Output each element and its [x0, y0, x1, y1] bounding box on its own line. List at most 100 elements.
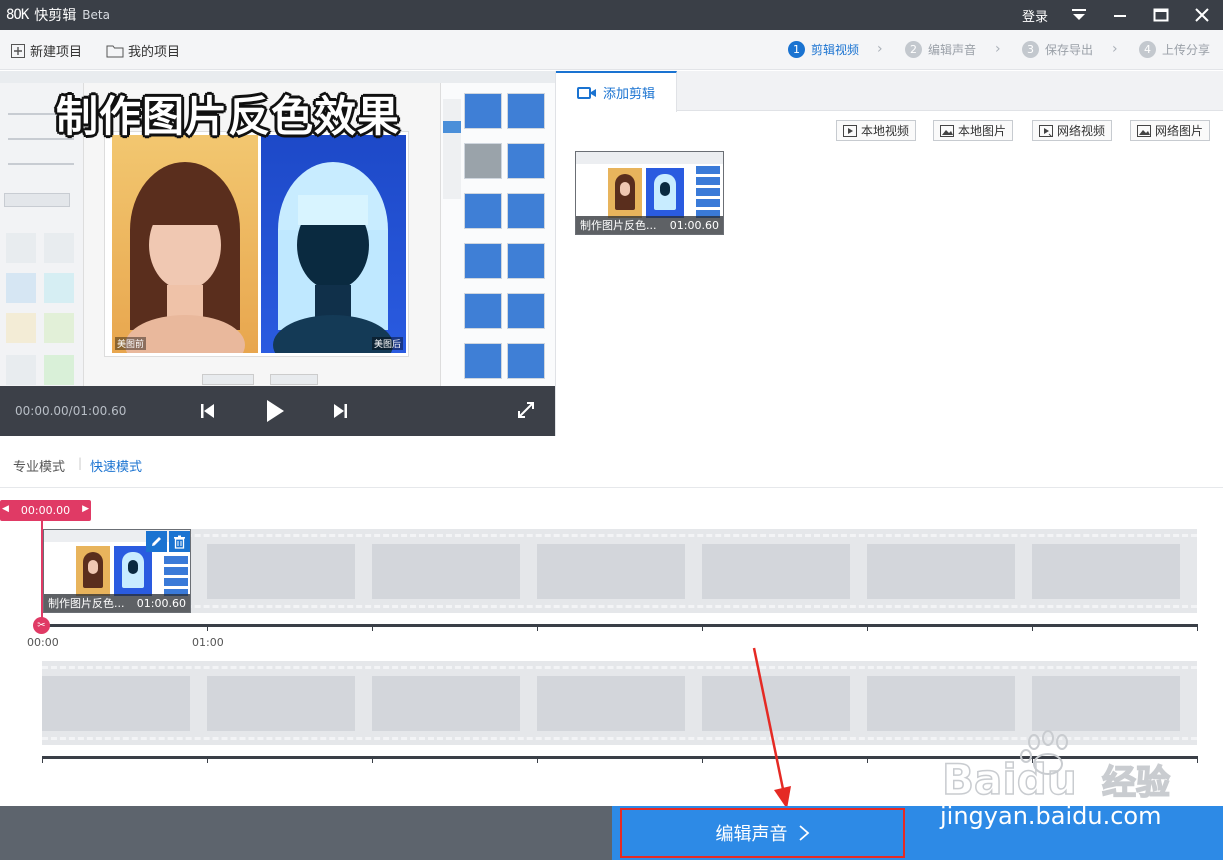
effect-thumbnail	[507, 343, 545, 379]
app-name: 快剪辑	[34, 8, 77, 24]
pencil-icon	[152, 537, 161, 546]
ruler-tick	[1032, 756, 1033, 763]
fullscreen-button[interactable]	[516, 400, 538, 422]
minimize-button[interactable]	[1100, 0, 1140, 30]
menu-bar: 新建项目 我的项目 1 剪辑视频 › 2 编辑声音 › 3 保存导出 › 4 上…	[0, 30, 1223, 70]
folder-icon	[106, 45, 124, 58]
playhead-time-badge[interactable]: ◀ 00:00.00 ▶	[0, 500, 91, 521]
effect-thumbnail	[507, 243, 545, 279]
track-slot	[207, 676, 355, 731]
app-logo: 8OK 快剪辑 Beta	[6, 5, 110, 25]
step-upload-share[interactable]: 4 上传分享	[1139, 41, 1210, 58]
ruler-tick	[537, 624, 538, 631]
maximize-icon	[1153, 8, 1169, 22]
ruler-tick	[207, 756, 208, 763]
track-slot	[537, 676, 685, 731]
step-edit-audio[interactable]: 2 编辑声音	[905, 41, 976, 58]
clip-library-panel: 添加剪辑 本地视频 本地图片 网络视频 网络图片 制作图片反色... 01:00…	[555, 71, 1223, 436]
my-projects-button[interactable]: 我的项目	[106, 41, 180, 60]
tick-label: 00:00	[27, 636, 59, 649]
web-video-icon	[1039, 124, 1053, 137]
track-slot	[867, 544, 1015, 599]
time-ruler[interactable]	[42, 624, 1197, 627]
preview-inner-button	[202, 374, 254, 385]
ruler-tick	[1197, 756, 1198, 763]
next-step-edit-audio-button[interactable]: 编辑声音	[620, 808, 905, 858]
mode-quick-tab[interactable]: 快速模式	[90, 456, 142, 475]
timeline-clip-duration: 01:00.60	[136, 596, 186, 610]
preview-inner-toolbar	[0, 71, 555, 83]
step-number: 2	[905, 41, 922, 58]
time-readout: 00:00.00/01:00.60	[15, 404, 127, 418]
audio-ruler	[42, 756, 1197, 759]
track-sprocket	[42, 737, 1197, 740]
scissors-split-button[interactable]: ✂	[33, 617, 50, 634]
effect-thumbnail	[507, 93, 545, 129]
clip-tab-bar: 添加剪辑	[556, 71, 1223, 112]
playhead-line[interactable]	[41, 521, 43, 624]
timeline-clip-name: 制作图片反色...	[48, 597, 125, 610]
trash-icon	[174, 535, 185, 549]
step-save-export[interactable]: 3 保存导出	[1022, 41, 1093, 58]
delete-clip-button[interactable]	[169, 531, 190, 552]
ruler-tick	[372, 756, 373, 763]
video-camera-icon	[576, 86, 596, 99]
track-slot	[867, 676, 1015, 731]
ruler-tick	[702, 624, 703, 631]
track-slot	[42, 676, 190, 731]
ruler-tick	[867, 756, 868, 763]
ruler-tick	[1032, 624, 1033, 631]
step-edit-video[interactable]: 1 剪辑视频	[788, 41, 859, 58]
chevron-right-icon	[798, 825, 809, 841]
preview-inner-button	[270, 374, 318, 385]
track-slot	[372, 544, 520, 599]
web-image-label: 网络图片	[1155, 124, 1204, 138]
local-image-label: 本地图片	[958, 124, 1007, 138]
web-image-button[interactable]: 网络图片	[1130, 120, 1211, 141]
close-button[interactable]	[1182, 0, 1222, 30]
local-image-button[interactable]: 本地图片	[933, 120, 1014, 141]
video-preview[interactable]: 美图前 美图后 制作图片反色效果	[0, 71, 555, 386]
local-video-button[interactable]: 本地视频	[836, 120, 917, 141]
track-slot	[207, 544, 355, 599]
caret-left-icon: ◀	[2, 504, 9, 514]
chevron-right-icon: ›	[877, 41, 883, 57]
next-step-label: 编辑声音	[715, 824, 788, 845]
skip-back-icon	[201, 404, 214, 418]
mode-separator: |	[78, 456, 83, 470]
local-video-label: 本地视频	[861, 124, 910, 138]
minimize-icon	[1114, 15, 1126, 17]
prev-frame-button[interactable]	[199, 400, 219, 422]
step-label: 保存导出	[1045, 43, 1094, 57]
new-project-label: 新建项目	[30, 45, 83, 60]
track-slot	[372, 676, 520, 731]
player-controls: 00:00.00/01:00.60	[0, 386, 555, 436]
menu-dropdown-button[interactable]	[1059, 0, 1099, 30]
timeline-clip-caption: 制作图片反色... 01:00.60	[44, 594, 190, 612]
tab-add-clip[interactable]: 添加剪辑	[556, 71, 677, 112]
web-video-button[interactable]: 网络视频	[1032, 120, 1113, 141]
maximize-button[interactable]	[1141, 0, 1181, 30]
close-icon	[1195, 8, 1209, 22]
track-sprocket	[42, 534, 1197, 537]
step-number: 1	[788, 41, 805, 58]
before-label: 美图前	[115, 337, 147, 350]
overlay-title: 制作图片反色效果	[56, 92, 401, 141]
library-clip-thumbnail[interactable]: 制作图片反色... 01:00.60	[575, 151, 724, 235]
ruler-tick	[1197, 624, 1198, 631]
new-project-button[interactable]: 新建项目	[10, 41, 82, 60]
login-link[interactable]: 登录	[1022, 6, 1048, 25]
next-frame-button[interactable]	[331, 400, 351, 422]
clip-tools	[146, 531, 190, 552]
timeline[interactable]: 制作图片反色... 01:00.60 00:00 01:00 ◀ 00:00.0…	[0, 489, 1223, 809]
edit-clip-button[interactable]	[146, 531, 167, 552]
library-clip-duration: 01:00.60	[669, 218, 719, 232]
track-sprocket	[42, 605, 1197, 608]
step-number: 3	[1022, 41, 1039, 58]
annotation-arrow	[752, 647, 791, 809]
play-button[interactable]	[264, 398, 288, 424]
mode-pro-tab[interactable]: 专业模式	[13, 456, 65, 475]
footer-left	[0, 806, 612, 860]
after-photo: 美图后	[261, 135, 406, 375]
brand-mark: 8OK	[6, 7, 29, 23]
